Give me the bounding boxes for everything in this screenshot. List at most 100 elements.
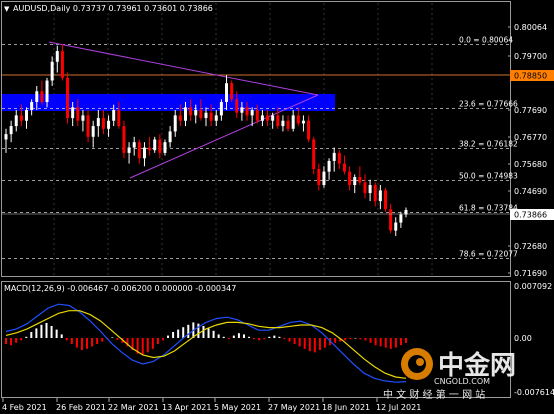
macd-bar bbox=[116, 338, 119, 340]
macd-bar bbox=[187, 324, 190, 338]
candle-bull bbox=[301, 120, 305, 124]
macd-bar bbox=[308, 338, 311, 352]
candle-bull bbox=[55, 51, 59, 62]
candle-bear bbox=[137, 142, 141, 159]
watermark-tagline: 中 文 财 经 第 一 网 站 bbox=[383, 388, 485, 401]
macd-bar bbox=[354, 338, 357, 339]
macd-bar bbox=[156, 338, 159, 344]
macd-axis-zero: 0.00 bbox=[514, 334, 532, 343]
macd-bar bbox=[20, 338, 23, 341]
candle-bull bbox=[112, 110, 116, 121]
candle-bull bbox=[96, 118, 100, 127]
macd-bar bbox=[111, 337, 114, 338]
candle-bull bbox=[142, 147, 146, 159]
candle-bear bbox=[148, 147, 152, 151]
macd-bar bbox=[172, 332, 175, 338]
fib-level-label: 23.6 = 0.77666 bbox=[459, 100, 518, 109]
candle-bull bbox=[168, 131, 172, 143]
candle-bear bbox=[255, 110, 259, 121]
macd-bar bbox=[40, 324, 43, 338]
macd-bar bbox=[101, 338, 104, 342]
candle-bear bbox=[266, 115, 270, 121]
candle-bear bbox=[178, 115, 182, 121]
macd-bar bbox=[359, 338, 362, 340]
date-axis-label: 4 Feb 2021 bbox=[2, 403, 47, 412]
candle-bull bbox=[250, 110, 254, 116]
macd-bar bbox=[364, 338, 367, 341]
candle-bull bbox=[378, 190, 382, 202]
date-axis-label: 5 May 2021 bbox=[214, 403, 261, 412]
macd-bar bbox=[146, 338, 149, 353]
collapse-arrow-icon: ▼ bbox=[4, 5, 10, 13]
candle-bear bbox=[296, 115, 300, 124]
macd-bar bbox=[349, 338, 352, 340]
candle-bull bbox=[399, 214, 403, 223]
candle-bear bbox=[158, 139, 162, 153]
candle-bull bbox=[204, 112, 208, 119]
macd-bar bbox=[288, 338, 291, 342]
candle-bear bbox=[307, 120, 311, 140]
macd-bar bbox=[344, 338, 347, 341]
candle-bear bbox=[276, 115, 280, 127]
macd-bar bbox=[212, 330, 215, 338]
macd-bar bbox=[217, 334, 220, 338]
macd-bar bbox=[75, 338, 78, 348]
candle-bear bbox=[363, 182, 367, 194]
macd-bar bbox=[237, 333, 240, 338]
candle-bull bbox=[4, 134, 8, 140]
macd-bar bbox=[167, 335, 170, 338]
macd-bar bbox=[278, 336, 281, 338]
chart-canvas[interactable]: 0.80064 0.79700 0.77690 0.76770 0.75680 0.746… bbox=[0, 0, 554, 414]
candle-bull bbox=[71, 107, 75, 119]
macd-bar bbox=[70, 338, 73, 344]
price-axis-label: 0.74690 bbox=[514, 187, 547, 196]
candle-bear bbox=[235, 99, 239, 113]
macd-bar bbox=[379, 338, 382, 347]
macd-bar bbox=[80, 338, 83, 350]
candle-bear bbox=[101, 118, 105, 129]
candle-bear bbox=[312, 139, 316, 169]
candle-bull bbox=[394, 222, 398, 231]
candle-bull bbox=[240, 107, 244, 113]
date-axis-label: 22 Mar 2021 bbox=[108, 403, 159, 412]
candle-bear bbox=[348, 171, 352, 186]
macd-bar bbox=[405, 338, 407, 343]
price-axis-label: 0.77690 bbox=[514, 106, 547, 115]
candle-bear bbox=[230, 83, 234, 100]
macd-bar bbox=[389, 338, 392, 349]
candle-bull bbox=[353, 177, 357, 186]
candle-bull bbox=[91, 126, 95, 137]
candle-bull bbox=[173, 115, 177, 132]
macd-bar bbox=[91, 338, 94, 347]
macd-bar bbox=[35, 328, 38, 338]
price-axis-label: 0.80064 bbox=[514, 23, 547, 32]
price-axis-label: 0.76770 bbox=[514, 133, 547, 142]
candle-bear bbox=[389, 209, 393, 231]
candle-bull bbox=[132, 142, 136, 148]
macd-bar bbox=[151, 338, 154, 349]
macd-bar bbox=[258, 338, 261, 341]
chart-header: ▼ AUDUSD,Daily 0.73737 0.73961 0.73601 0… bbox=[4, 4, 213, 13]
date-axis-label: 13 Apr 2021 bbox=[162, 403, 211, 412]
candle-bull bbox=[194, 110, 198, 116]
macd-bar bbox=[15, 338, 18, 343]
candle-bear bbox=[86, 115, 90, 137]
candle-bull bbox=[260, 115, 264, 121]
candle-bear bbox=[40, 91, 44, 102]
candle-bull bbox=[127, 147, 131, 153]
level-badge-text: 0.78850 bbox=[514, 72, 547, 81]
macd-bar bbox=[65, 338, 68, 341]
candle-bear bbox=[342, 163, 346, 172]
macd-bar bbox=[182, 327, 185, 338]
macd-bar bbox=[298, 338, 301, 347]
macd-bar bbox=[374, 338, 377, 346]
candle-bull bbox=[35, 91, 39, 102]
macd-bar bbox=[5, 338, 7, 344]
macd-bar bbox=[30, 332, 33, 338]
candle-bear bbox=[358, 177, 362, 183]
macd-label: MACD(12,26,9) -0.006467 -0.006200 0.0000… bbox=[4, 284, 236, 293]
fib-level-label: 61.8 = 0.73784 bbox=[459, 204, 518, 213]
price-axis-label: 0.72680 bbox=[514, 242, 547, 251]
watermark-domain: CNGOLD.COM bbox=[434, 377, 490, 386]
macd-bar bbox=[25, 336, 28, 338]
